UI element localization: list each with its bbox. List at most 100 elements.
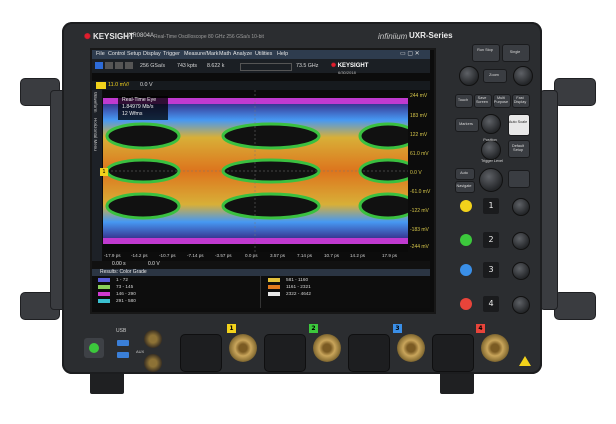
trigger-level-label: Trigger Level	[480, 159, 504, 163]
x-tick-label: 7.14 ps	[297, 253, 313, 258]
touch-label: Touch	[457, 98, 469, 102]
bandwidth-value[interactable]: 73.5 GHz	[296, 63, 318, 69]
sidebar-tab-waveform[interactable]: Waveform	[93, 92, 98, 112]
sidebar-tab-horizontal[interactable]: Horizontal Menu	[93, 118, 98, 151]
channel-4-button[interactable]	[460, 298, 472, 310]
horizontal-position[interactable]: 0.00 s	[112, 261, 126, 267]
memory-depth[interactable]: 743 kpts	[177, 63, 197, 69]
acquire-icon[interactable]	[105, 62, 113, 69]
channel-2-number: 2	[483, 232, 499, 248]
menu-utilities[interactable]: Utilities	[255, 51, 272, 57]
x-tick-label: -3.57 ps	[215, 253, 232, 258]
channel-3-number: 3	[483, 262, 499, 278]
trigger-waveform-icon[interactable]	[240, 63, 292, 71]
menu-analyze[interactable]: Analyze	[233, 51, 252, 57]
trigger-setup-button[interactable]	[508, 170, 530, 188]
setup-icon[interactable]	[115, 62, 123, 69]
horizontal-position-knob[interactable]	[513, 66, 533, 86]
model-name: UXR0804A	[124, 33, 155, 39]
menu-measure-mark[interactable]: Measure/Mark	[184, 51, 218, 57]
default-setup-label: Default Setup	[511, 144, 525, 152]
menu-control[interactable]: Control	[108, 51, 125, 57]
aux-connector[interactable]	[144, 330, 162, 348]
trigger-level-value[interactable]: 0.0 V	[148, 261, 160, 267]
channel-2-input[interactable]	[313, 334, 341, 362]
y-tick-label: 244 mV	[410, 93, 428, 99]
y-tick-label: -183 mV	[410, 227, 429, 233]
esd-warning-icon	[519, 356, 531, 366]
channel-2-button[interactable]	[460, 234, 472, 246]
color-swatch	[268, 278, 280, 282]
channel-1-marker[interactable]: 1	[100, 168, 108, 176]
channel-1-input[interactable]	[229, 334, 257, 362]
legend-range: 2322 - 4642	[286, 291, 312, 296]
x-tick-label: -7.14 ps	[187, 253, 204, 258]
channel-1-tag: 1	[227, 324, 236, 333]
eye-info-title: Real-Time Eye	[122, 97, 157, 103]
channel-2-scale-knob[interactable]	[512, 232, 530, 250]
aux-label: AUX	[136, 349, 145, 354]
series-name: UXR-Series	[409, 31, 453, 40]
color-swatch	[268, 285, 280, 289]
screen-brand-logo: ✺ KEYSIGHT	[331, 63, 369, 69]
vertical-scale[interactable]: 11.0 mV/	[108, 82, 129, 88]
eye-info-count: 12 Wfms	[122, 111, 143, 117]
probe-pod-4[interactable]	[432, 334, 474, 372]
menu-display[interactable]: Display	[143, 51, 161, 57]
trigger-level-knob[interactable]	[479, 168, 503, 192]
menu-trigger[interactable]: Trigger	[163, 51, 180, 57]
channel-4-input[interactable]	[481, 334, 509, 362]
channel-3-scale-knob[interactable]	[512, 262, 530, 280]
date-display: 6/30/2018	[338, 70, 356, 75]
timebase-value[interactable]: 8.622 k	[207, 63, 224, 69]
run-status-icon[interactable]	[95, 62, 103, 69]
window-controls[interactable]: ▭ ▢ ✕	[400, 50, 420, 57]
channel-3-button[interactable]	[460, 264, 472, 276]
trigger-icon[interactable]	[125, 62, 133, 69]
menu-setup[interactable]: Setup	[127, 51, 141, 57]
vertical-offset[interactable]: 0.0 V	[140, 82, 153, 88]
x-tick-label: -10.7 ps	[159, 253, 176, 258]
channel-1-scale-knob[interactable]	[512, 198, 530, 216]
right-handle-bottom	[554, 292, 596, 320]
legend-range: 1 - 72	[116, 277, 128, 282]
left-foot	[90, 372, 124, 394]
channel-3-tag: 3	[393, 324, 402, 333]
legend-range: 1161 - 2321	[286, 284, 311, 289]
channel-1-indicator[interactable]	[96, 82, 106, 89]
channel-4-scale-knob[interactable]	[512, 296, 530, 314]
menu-file[interactable]: File	[96, 51, 105, 57]
x-tick-label: 3.57 ps	[270, 253, 286, 258]
legend-range: 146 - 290	[116, 291, 136, 296]
channel-4-tag: 4	[476, 324, 485, 333]
usb-port[interactable]	[117, 352, 129, 358]
legend-range: 73 - 145	[116, 284, 134, 289]
run-stop-button[interactable]	[472, 44, 500, 62]
marker-knob[interactable]	[481, 114, 501, 134]
legend-range: 581 - 1160	[286, 277, 309, 282]
color-swatch	[268, 292, 280, 296]
channel-1-number: 1	[483, 198, 499, 214]
fast-display-label: Fast Display	[513, 96, 527, 104]
probe-pod-1[interactable]	[180, 334, 222, 372]
horizontal-scale-knob[interactable]	[459, 66, 479, 86]
channel-1-button[interactable]	[460, 200, 472, 212]
position-knob[interactable]	[481, 140, 501, 160]
right-foot	[440, 372, 474, 394]
sample-rate[interactable]: 256 GSa/s	[140, 63, 165, 69]
menu-math[interactable]: Math	[219, 51, 231, 57]
channel-3-input[interactable]	[397, 334, 425, 362]
auto-scale-label: Auto Scale	[508, 120, 528, 124]
aux-connector[interactable]	[144, 354, 162, 372]
channel-2-tag: 2	[309, 324, 318, 333]
usb-port[interactable]	[117, 340, 129, 346]
x-tick-label: 0.0 ps	[245, 253, 258, 258]
position-label: Position	[483, 138, 497, 142]
y-tick-label: 183 mV	[410, 113, 428, 119]
auto-scale-button[interactable]	[508, 114, 530, 136]
probe-pod-2[interactable]	[264, 334, 306, 372]
y-tick-label: 122 mV	[410, 132, 428, 138]
color-swatch	[98, 285, 110, 289]
probe-pod-3[interactable]	[348, 334, 390, 372]
menu-help[interactable]: Help	[277, 51, 288, 57]
